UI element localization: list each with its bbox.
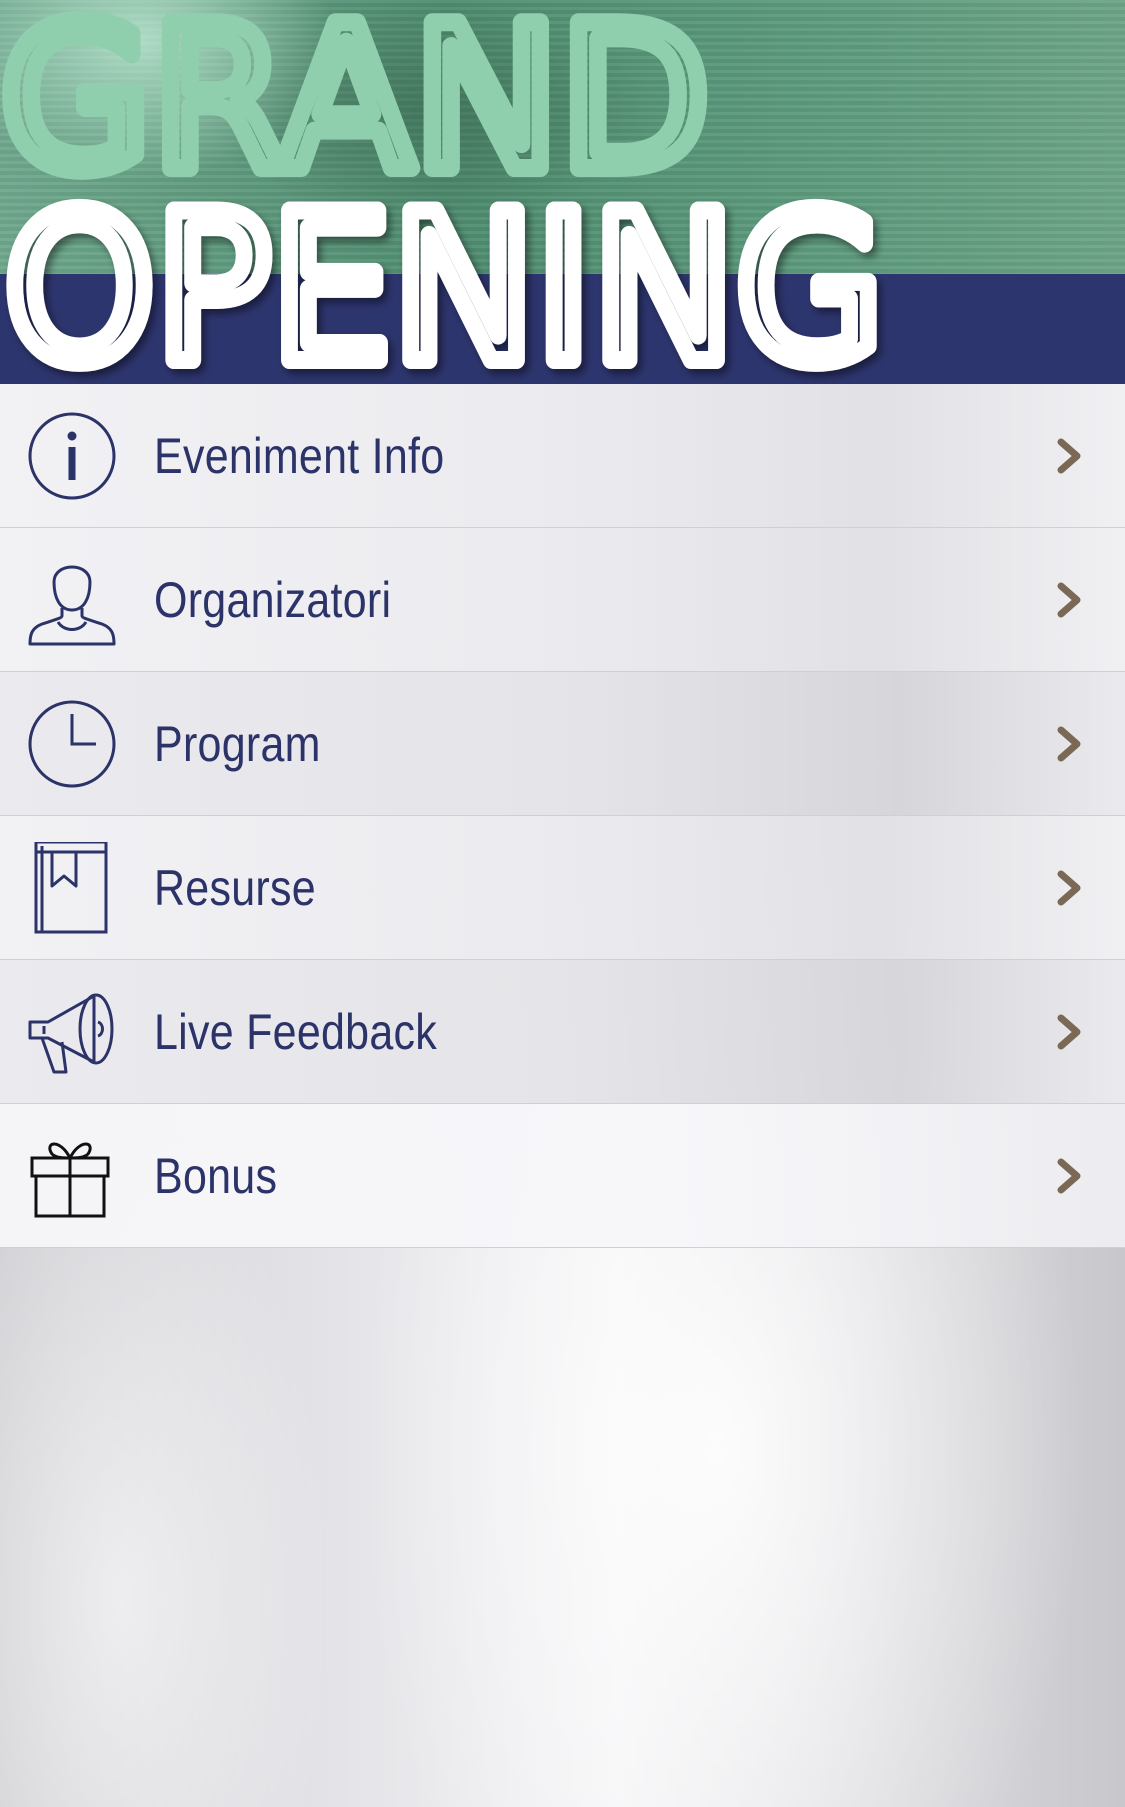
menu-item-label: Live Feedback	[154, 1004, 438, 1060]
chevron-right-icon	[1057, 1014, 1081, 1050]
menu-item-label: Eveniment Info	[154, 428, 445, 484]
menu-item-bonus[interactable]: Bonus	[0, 1104, 1125, 1248]
menu-item-label: Program	[154, 716, 321, 772]
person-icon	[24, 554, 120, 646]
chevron-right-icon	[1057, 582, 1081, 618]
menu-item-eveniment-info[interactable]: Eveniment Info	[0, 384, 1125, 528]
menu-item-label: Organizatori	[154, 572, 392, 628]
menu-item-resurse[interactable]: Resurse	[0, 816, 1125, 960]
chevron-right-icon	[1057, 438, 1081, 474]
menu-item-label: Resurse	[154, 860, 316, 916]
chevron-right-icon	[1057, 1158, 1081, 1194]
menu-item-program[interactable]: Program	[0, 672, 1125, 816]
header-banner: GRAND OPENING	[0, 0, 1125, 384]
main-menu: Eveniment Info Organizatori Program Resu…	[0, 384, 1125, 1248]
clock-icon	[24, 698, 120, 790]
bookmark-book-icon	[24, 840, 120, 934]
menu-item-label: Bonus	[154, 1148, 278, 1204]
menu-item-organizatori[interactable]: Organizatori	[0, 528, 1125, 672]
banner-title-line2: OPENING	[4, 171, 884, 384]
menu-item-live-feedback[interactable]: Live Feedback	[0, 960, 1125, 1104]
gift-icon	[24, 1130, 120, 1222]
banner-title: GRAND OPENING	[0, 0, 893, 384]
chevron-right-icon	[1057, 870, 1081, 906]
megaphone-icon	[24, 986, 120, 1078]
info-icon	[24, 410, 120, 502]
chevron-right-icon	[1057, 726, 1081, 762]
